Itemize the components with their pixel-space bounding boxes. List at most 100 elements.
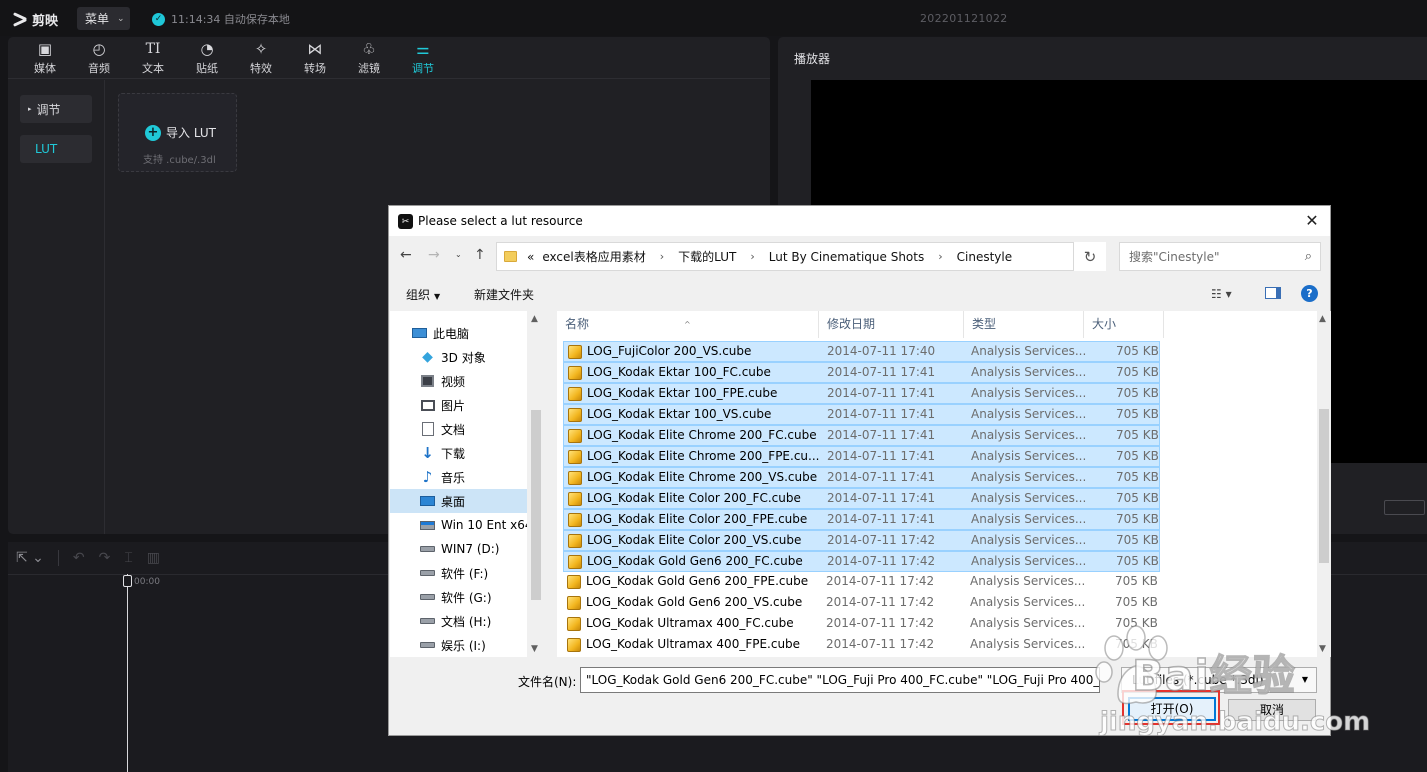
redo-icon[interactable]: ↷ [99,550,111,566]
tree-item-drive-g[interactable]: 软件 (G:) [420,585,527,609]
new-folder-button[interactable]: 新建文件夹 [474,286,534,303]
tool-label: 文本 [142,62,164,75]
file-row[interactable]: LOG_Kodak Gold Gen6 200_VS.cube 2014-07-1… [563,593,1160,614]
tool-sticker[interactable]: ◔ 贴纸 [180,37,234,79]
tool-effects[interactable]: ✧ 特效 [234,37,288,79]
organize-button[interactable]: 组织 ▼ [406,286,440,303]
column-header-date[interactable]: 修改日期 [819,311,964,338]
tool-label: 音频 [88,62,110,75]
file-row[interactable]: LOG_Kodak Elite Color 200_VS.cube 2014-07… [563,530,1160,551]
split-icon[interactable]: ⌶ [124,550,132,566]
tool-audio[interactable]: ◴ 音频 [72,37,126,79]
search-input[interactable]: 搜索"Cinestyle" ⌕ [1119,242,1321,271]
file-row[interactable]: LOG_Kodak Ektar 100_FPE.cube 2014-07-11 1… [563,383,1160,404]
tree-item-desktop[interactable]: 桌面 [390,489,527,513]
tree-item-label: 文档 [441,422,466,437]
playhead-line[interactable] [127,574,128,772]
breadcrumb-item[interactable]: 下载的LUT [678,248,736,265]
breadcrumb-item[interactable]: Lut By Cinematique Shots [769,250,924,264]
main-menu-button[interactable]: 菜单 ⌄ [77,7,130,30]
capcut-app-icon: ✂ [398,214,413,229]
column-header-size[interactable]: 大小 [1084,311,1164,338]
tool-media[interactable]: ▣ 媒体 [18,37,72,79]
playhead-handle[interactable] [123,575,132,587]
tree-item-win10-drive[interactable]: Win 10 Ent x64 [420,513,527,537]
sidebar-item-adjust[interactable]: ▸ 调节 [20,95,92,123]
refresh-icon[interactable]: ↻ [1073,242,1106,271]
tree-item-label: 3D 对象 [441,350,486,365]
tree-item-drive-h[interactable]: 文档 (H:) [420,609,527,633]
tree-scrollbar[interactable]: ▲ ▼ [528,311,544,657]
file-row[interactable]: LOG_Kodak Gold Gen6 200_FPE.cube 2014-07-… [563,572,1160,593]
cancel-button[interactable]: 取消 [1228,699,1316,721]
file-row[interactable]: LOG_Kodak Elite Chrome 200_FC.cube 2014-0… [563,425,1160,446]
file-size: 705 KB [1116,491,1159,505]
help-icon[interactable]: ? [1301,285,1318,302]
scroll-down-icon[interactable]: ▼ [531,644,538,654]
sidebar-item-lut[interactable]: LUT [20,135,92,163]
select-tool-icon[interactable]: ⇱ ⌄ [16,550,44,566]
tree-item-music[interactable]: ♪ 音乐 [420,465,527,489]
tree-scroll-thumb[interactable] [531,410,541,600]
breadcrumb-overflow[interactable]: « [527,250,534,264]
file-row[interactable]: LOG_Kodak Ultramax 400_FPE.cube 2014-07-1… [563,635,1160,656]
preview-pane-icon[interactable] [1265,287,1281,299]
tree-item-label: 软件 (F:) [441,566,489,581]
file-row[interactable]: LOG_Kodak Elite Color 200_FPE.cube 2014-0… [563,509,1160,530]
tree-item-drive-i[interactable]: 娱乐 (I:) [420,633,527,657]
column-header-name[interactable]: 名称 ^ [557,311,819,338]
file-type: Analysis Services... [971,344,1087,358]
recent-locations-icon[interactable]: ⌄ [455,250,462,259]
tree-item-drive-f[interactable]: 软件 (F:) [420,561,527,585]
file-date: 2014-07-11 17:41 [827,428,936,442]
3d-objects-icon: ◆ [422,349,433,365]
delete-icon[interactable]: ▥ [147,550,160,566]
column-label: 修改日期 [827,317,876,331]
forward-arrow-icon[interactable]: → [428,247,440,263]
file-row[interactable]: LOG_Kodak Elite Chrome 200_VS.cube 2014-0… [563,467,1160,488]
scroll-up-icon[interactable]: ▲ [1319,314,1326,324]
cube-file-icon [568,513,582,527]
tool-filter[interactable]: ♧ 滤镜 [342,37,396,79]
tree-item-documents[interactable]: 文档 [420,417,527,441]
breadcrumb-item[interactable]: excel表格应用素材 [542,248,645,265]
filename-input[interactable]: "LOG_Kodak Gold Gen6 200_FC.cube" "LOG_F… [580,667,1100,693]
file-list-scroll-thumb[interactable] [1319,409,1329,563]
tool-text[interactable]: TI 文本 [126,37,180,79]
cube-file-icon [568,387,582,401]
file-row[interactable]: LOG_Kodak Ektar 100_FC.cube 2014-07-11 17… [563,362,1160,383]
file-row[interactable]: LOG_Kodak Ektar 100_VS.cube 2014-07-11 17… [563,404,1160,425]
cube-file-icon [568,366,582,380]
file-row[interactable]: LOG_Kodak Elite Chrome 200_FPE.cu... 2014… [563,446,1160,467]
tree-item-3d-objects[interactable]: ◆ 3D 对象 [420,345,527,369]
tool-adjust[interactable]: ⚌ 调节 [396,37,450,79]
tree-item-this-pc[interactable]: 此电脑 [412,321,527,345]
tool-transition[interactable]: ⋈ 转场 [288,37,342,79]
breadcrumb-item[interactable]: Cinestyle [957,250,1012,264]
file-name: LOG_Kodak Ektar 100_FC.cube [587,365,771,379]
breadcrumb-chevron-icon[interactable]: › [938,250,942,263]
tree-item-pictures[interactable]: 图片 [420,393,527,417]
back-arrow-icon[interactable]: ← [400,247,412,263]
tree-item-videos[interactable]: 视频 [420,369,527,393]
file-row[interactable]: LOG_Kodak Gold Gen6 200_FC.cube 2014-07-1… [563,551,1160,572]
file-row[interactable]: LOG_FujiColor 200_VS.cube 2014-07-11 17:4… [563,341,1160,362]
tree-item-downloads[interactable]: ↓ 下载 [420,441,527,465]
column-header-type[interactable]: 类型 [964,311,1084,338]
close-icon[interactable]: ✕ [1297,209,1327,233]
undo-icon[interactable]: ↶ [73,550,85,566]
aspect-ratio-button[interactable] [1384,500,1425,515]
scroll-up-icon[interactable]: ▲ [531,314,538,324]
file-name: LOG_Kodak Elite Color 200_FPE.cube [587,512,808,526]
file-row[interactable]: LOG_Kodak Ultramax 400_FC.cube 2014-07-11… [563,614,1160,635]
up-arrow-icon[interactable]: ↑ [474,247,486,263]
address-bar[interactable]: « excel表格应用素材 › 下载的LUT › Lut By Cinemati… [496,242,1106,271]
breadcrumb-chevron-icon[interactable]: › [660,250,664,263]
breadcrumb-chevron-icon[interactable]: › [750,250,754,263]
import-lut-button[interactable]: + 导入 LUT 支持 .cube/.3dl [118,93,237,172]
file-list-scrollbar[interactable]: ▲ ▼ [1317,311,1331,657]
scroll-down-icon[interactable]: ▼ [1319,644,1326,654]
view-options-icon[interactable]: ☷ ▾ [1211,287,1232,301]
file-row[interactable]: LOG_Kodak Elite Color 200_FC.cube 2014-07… [563,488,1160,509]
tree-item-drive-d[interactable]: WIN7 (D:) [420,537,527,561]
